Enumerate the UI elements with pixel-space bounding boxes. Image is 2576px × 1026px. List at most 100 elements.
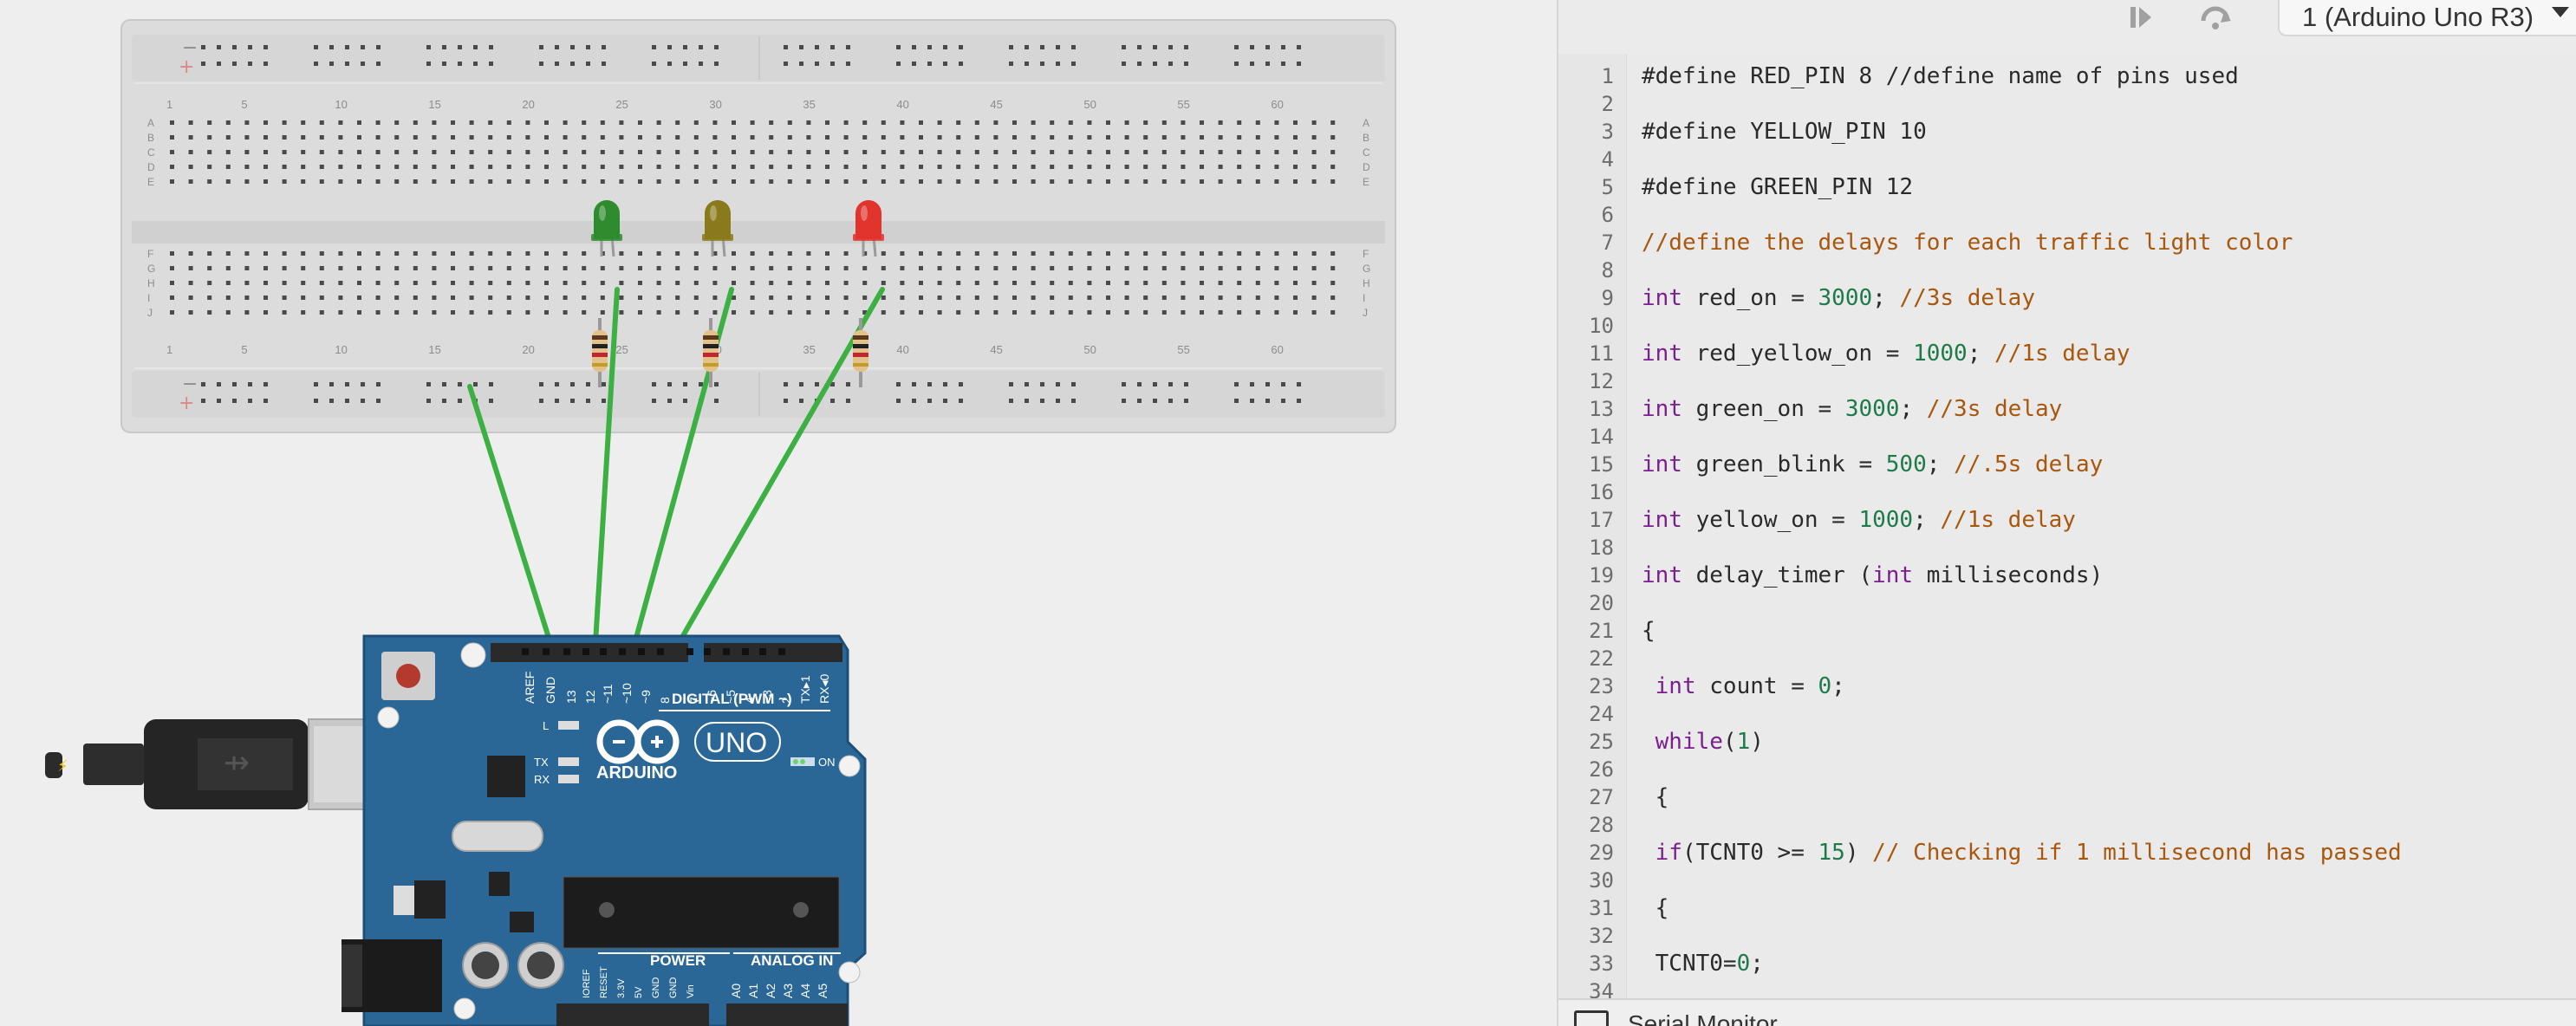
code-token: ; <box>1967 341 1995 367</box>
digital-label: DIGITAL (PWM ~) <box>672 691 792 707</box>
line-number: 32 <box>1589 924 1614 948</box>
line-number: 21 <box>1589 619 1614 643</box>
analog-pin-label: A2 <box>764 984 777 998</box>
row-letter: A <box>1363 117 1369 129</box>
column-number: 5 <box>241 343 247 356</box>
code-token: int <box>1642 396 1682 422</box>
analog-label: ANALOG IN <box>751 952 833 969</box>
code-line[interactable]: #define YELLOW_PIN 10 <box>1642 118 1927 146</box>
code-token: TCNT0= <box>1642 951 1737 977</box>
column-number: 40 <box>896 98 908 111</box>
code-line[interactable]: int green_blink = 500; //.5s delay <box>1642 451 2103 478</box>
column-number: 15 <box>428 98 440 111</box>
column-number: 55 <box>1177 343 1189 356</box>
line-number: 24 <box>1589 702 1614 726</box>
step-over-icon[interactable] <box>2196 3 2234 35</box>
code-token: ; <box>1926 451 1955 477</box>
digital-pin-label: AREF <box>523 672 537 704</box>
code-line[interactable]: int red_on = 3000; //3s delay <box>1642 284 2035 312</box>
column-number: 60 <box>1271 98 1283 111</box>
rail-plus-top: + <box>179 56 194 78</box>
code-line[interactable]: int green_on = 3000; //3s delay <box>1642 395 2062 423</box>
column-number: 25 <box>615 343 628 356</box>
analog-pin-label: A3 <box>781 984 795 998</box>
row-letter: D <box>1363 161 1370 173</box>
column-number: 40 <box>896 343 908 356</box>
power-pin-label: GND <box>651 977 661 999</box>
row-letter: C <box>1363 146 1370 159</box>
upload-run-icon[interactable] <box>2122 3 2160 35</box>
column-number: 20 <box>522 343 534 356</box>
arduino-uno-board[interactable]: ⚡ ⇸ AREF GND 13 12 ~11 ~10 ~9 8 7 ~6 ~5 4 ~3 2 TX▸1 RX◂… <box>45 634 867 1026</box>
code-line[interactable]: int yellow_on = 1000; //1s delay <box>1642 506 2076 534</box>
analog-pin-label: A4 <box>798 984 812 998</box>
tx-label: TX <box>534 756 549 769</box>
column-number: 10 <box>335 343 347 356</box>
power-pin-label: GND <box>668 977 679 999</box>
chevron-down-icon <box>2552 7 2569 17</box>
line-number-gutter: 1 2 3 4 5 6 7 8 9 10 11 12 13 14 15 16 17 18 19 20 21 22 23 24 2… <box>1558 54 1627 1003</box>
column-number: 1 <box>166 98 172 111</box>
code-line[interactable]: #define RED_PIN 8 //define name of pins … <box>1642 62 2239 90</box>
line-number: 10 <box>1589 314 1614 338</box>
code-line[interactable]: if(TCNT0 >= 15) // Checking if 1 millise… <box>1642 839 2402 867</box>
code-token: ( <box>1722 729 1737 755</box>
code-token: green_blink = <box>1682 451 1886 477</box>
line-number: 16 <box>1589 480 1614 504</box>
serial-monitor-bar[interactable]: Serial Monitor <box>1558 998 2576 1026</box>
analog-pin-label: A0 <box>729 984 743 998</box>
code-token: { <box>1642 895 1669 921</box>
code-token: green_on = <box>1682 396 1845 422</box>
rail-plus-bottom: + <box>179 393 194 414</box>
circuit-canvas[interactable]: − + − + 11551010151520202525303035354040… <box>0 0 1557 1026</box>
code-token: 0 <box>1818 673 1832 699</box>
code-token: ; <box>1872 285 1900 311</box>
code-line[interactable]: //define the delays for each traffic lig… <box>1642 229 2293 256</box>
row-letter: C <box>147 146 155 159</box>
row-letter: B <box>147 132 154 144</box>
code-line[interactable]: #define GREEN_PIN 12 <box>1642 173 1913 201</box>
code-token: (TCNT0 >= <box>1682 840 1818 866</box>
code-token: //3s delay <box>1926 396 2063 422</box>
row-letter: H <box>1363 277 1370 289</box>
line-number: 1 <box>1601 64 1614 88</box>
code-line[interactable]: int red_yellow_on = 1000; //1s delay <box>1642 340 2130 367</box>
column-number: 50 <box>1083 343 1096 356</box>
serial-monitor-label: Serial Monitor <box>1628 1010 1778 1026</box>
code-token: #define RED_PIN 8 //define name of pins … <box>1642 63 2239 89</box>
code-token: 1000 <box>1913 341 1968 367</box>
code-line[interactable]: int count = 0; <box>1642 672 1845 700</box>
code-token: int <box>1642 341 1682 367</box>
uno-model: UNO <box>706 727 767 758</box>
code-area[interactable]: 1 2 3 4 5 6 7 8 9 10 11 12 13 14 15 16 17 18 19 20 21 22 23 24 2… <box>1558 54 2576 1003</box>
code-token: { <box>1642 618 1656 644</box>
row-letter: H <box>147 277 155 289</box>
line-number: 17 <box>1589 508 1614 532</box>
column-number: 35 <box>803 98 815 111</box>
code-line[interactable]: TCNT0=0; <box>1642 950 1764 977</box>
code-line[interactable]: { <box>1642 617 1656 645</box>
code-token: int <box>1642 285 1682 311</box>
board-select-label: 1 (Arduino Uno R3) <box>2302 2 2534 32</box>
code-line[interactable]: { <box>1642 894 1669 922</box>
code-token: ) <box>1750 729 1764 755</box>
analog-pin-label: A1 <box>746 984 760 998</box>
code-token: 15 <box>1818 840 1845 866</box>
code-token: { <box>1642 784 1669 810</box>
code-token: #define GREEN_PIN 12 <box>1642 174 1914 200</box>
line-number: 2 <box>1601 92 1614 116</box>
code-token: //define the delays for each traffic lig… <box>1642 230 2293 256</box>
board-select[interactable]: 1 (Arduino Uno R3) <box>2278 0 2576 36</box>
digital-pin-label: 12 <box>583 690 597 704</box>
code-token: 0 <box>1736 951 1751 977</box>
line-number: 9 <box>1601 286 1614 310</box>
code-token: //1s delay <box>1994 341 2130 367</box>
code-line[interactable]: int delay_timer (int milliseconds) <box>1642 562 2103 589</box>
code-line[interactable]: while(1) <box>1642 728 1764 756</box>
line-number: 18 <box>1589 536 1614 560</box>
code-line[interactable]: { <box>1642 783 1669 811</box>
code-token: red_yellow_on = <box>1682 341 1914 367</box>
